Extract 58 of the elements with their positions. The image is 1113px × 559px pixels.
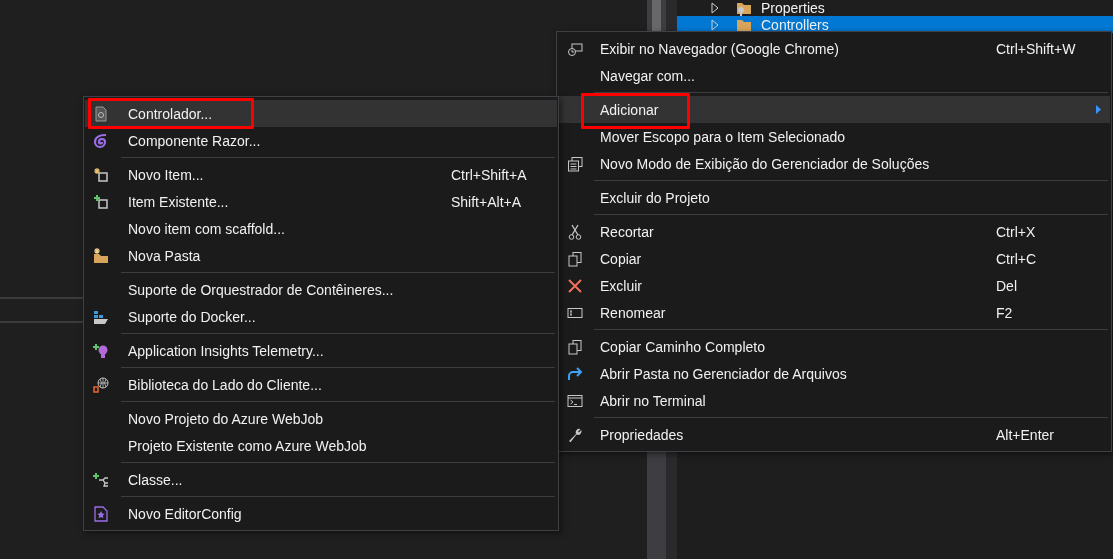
menu-item[interactable]: Componente Razor... [85, 127, 557, 154]
menu-item[interactable]: Novo EditorConfig [85, 500, 557, 527]
windows-icon [567, 155, 583, 172]
menu-item[interactable]: Copiar Ctrl+C [558, 245, 1110, 272]
scissors-icon [567, 223, 583, 240]
menu-item[interactable]: Abrir no Terminal [558, 387, 1110, 414]
menu-item[interactable]: Navegar com... [558, 62, 1110, 89]
existing-item-icon [93, 193, 109, 210]
menu-item[interactable]: Novo Projeto do Azure WebJob [85, 405, 557, 432]
expand-arrow-icon[interactable] [711, 1, 719, 14]
swirl-icon [93, 132, 109, 149]
menu-item[interactable]: Copiar Caminho Completo [558, 333, 1110, 360]
document-icon [93, 105, 109, 122]
menu-item[interactable]: Abrir Pasta no Gerenciador de Arquivos [558, 360, 1110, 387]
menu-item[interactable]: Suporte de Orquestrador de Contêineres... [85, 276, 557, 303]
new-folder-icon [93, 247, 109, 264]
wrench-icon [567, 426, 583, 443]
shortcut-text: Alt+Enter [996, 426, 1055, 443]
shortcut-text: Ctrl+X [996, 223, 1037, 240]
menu-item[interactable]: Novo Modo de Exibição do Gerenciador de Soluções [558, 150, 1110, 177]
tree-item[interactable]: Properties [677, 0, 1113, 16]
delete-icon [567, 277, 583, 294]
menu-item[interactable]: Renomear F2 [558, 299, 1110, 326]
shortcut-text: Shift+Alt+A [451, 193, 523, 210]
menu-item[interactable]: Novo Item... Ctrl+Shift+A [85, 161, 557, 188]
lightbulb-icon [93, 342, 109, 359]
menu-item[interactable]: Projeto Existente como Azure WebJob [85, 432, 557, 459]
menu-item[interactable]: Exibir no Navegador (Google Chrome) Ctrl+Shift+W [558, 35, 1110, 62]
browser-icon [567, 40, 583, 57]
class-icon [93, 471, 109, 488]
menu-item[interactable]: Controlador... [85, 100, 557, 127]
wrench-folder-icon [736, 0, 752, 16]
menu-item[interactable]: Mover Escopo para o Item Selecionado [558, 123, 1110, 150]
curved-arrow-icon [567, 365, 583, 382]
menu-item[interactable]: Excluir do Projeto [558, 184, 1110, 211]
docker-icon [93, 308, 109, 325]
shortcut-text: Ctrl+Shift+W [996, 40, 1077, 57]
globe-icon [93, 376, 109, 393]
copy-icon [567, 338, 583, 355]
terminal-icon [567, 392, 583, 409]
menu-item[interactable]: Excluir Del [558, 272, 1110, 299]
shortcut-text: Ctrl+Shift+A [451, 166, 528, 183]
shortcut-text: Del [996, 277, 1018, 294]
menu-item[interactable]: Nova Pasta [85, 242, 557, 269]
new-item-icon [93, 166, 109, 183]
copy-icon [567, 250, 583, 267]
menu-item[interactable]: Adicionar [558, 96, 1110, 123]
menu-item[interactable]: Recortar Ctrl+X [558, 218, 1110, 245]
menu-item[interactable]: Suporte do Docker... [85, 303, 557, 330]
menu-item[interactable]: Propriedades Alt+Enter [558, 421, 1110, 448]
menu-item[interactable]: Item Existente... Shift+Alt+A [85, 188, 557, 215]
menu-item[interactable]: Classe... [85, 466, 557, 493]
star-file-icon [93, 505, 109, 522]
menu-item[interactable]: Novo item com scaffold... [85, 215, 557, 242]
shortcut-text: F2 [996, 304, 1014, 321]
menu-item[interactable]: Application Insights Telemetry... [85, 337, 557, 364]
shortcut-text: Ctrl+C [996, 250, 1038, 267]
menu-item[interactable]: Biblioteca do Lado do Cliente... [85, 371, 557, 398]
